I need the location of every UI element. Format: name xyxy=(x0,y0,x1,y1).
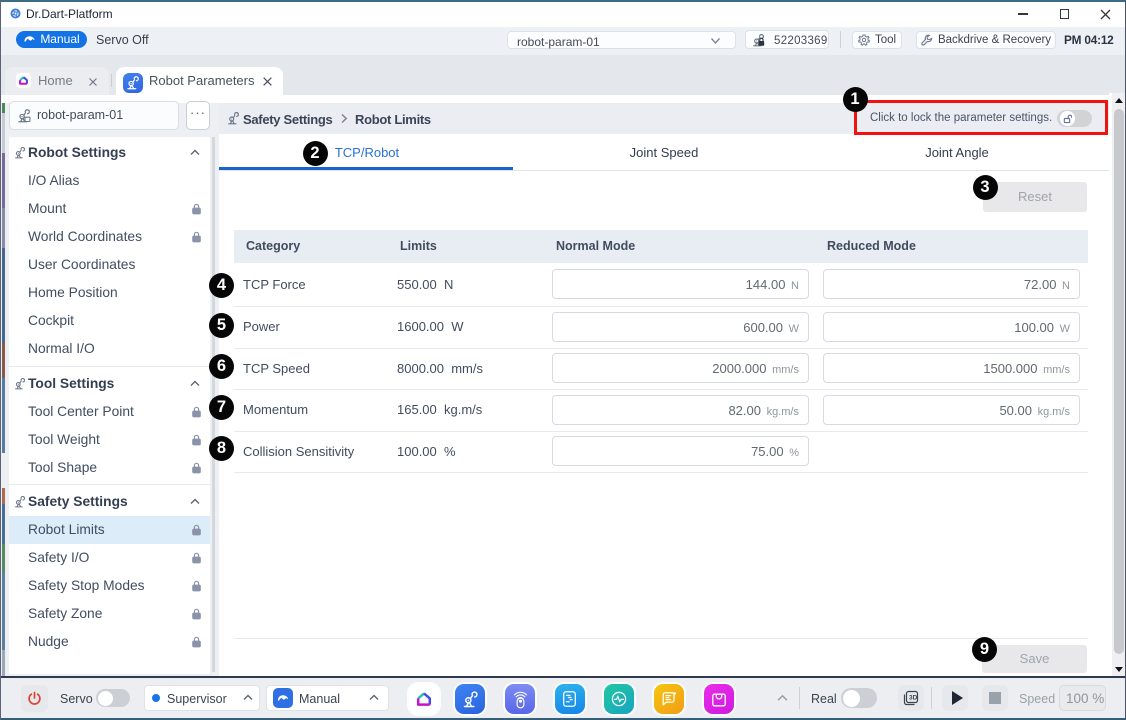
svg-text:3D: 3D xyxy=(909,695,918,702)
